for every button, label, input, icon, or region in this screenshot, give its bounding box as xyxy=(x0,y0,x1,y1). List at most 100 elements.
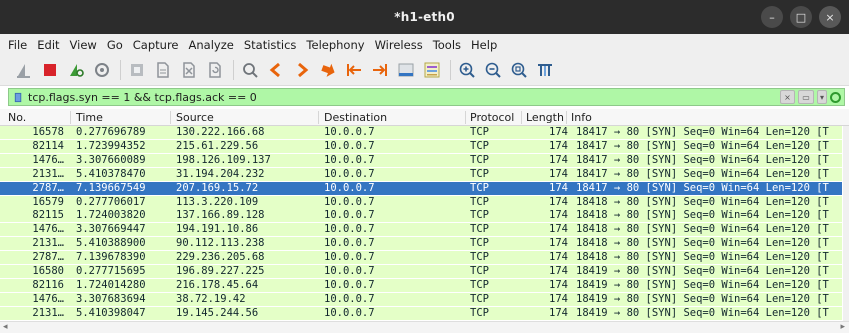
stop-capture-icon[interactable] xyxy=(40,60,60,80)
save-file-icon[interactable] xyxy=(153,60,173,80)
menu-analyze[interactable]: Analyze xyxy=(184,38,239,52)
column-header-info[interactable]: Info xyxy=(571,111,592,124)
colorize-icon[interactable] xyxy=(422,60,442,80)
column-divider[interactable] xyxy=(170,111,171,124)
table-row[interactable]: 82116 1.724014280 216.178.45.64 10.0.0.7 TCP… xyxy=(0,278,842,292)
menu-telephony[interactable]: Telephony xyxy=(301,38,369,52)
zoom-in-icon[interactable] xyxy=(457,60,477,80)
table-row[interactable]: 2131… 5.410398047 19.145.244.56 10.0.0.7 TCP… xyxy=(0,306,842,320)
column-header-destination[interactable]: Destination xyxy=(324,111,387,124)
column-divider[interactable] xyxy=(70,111,71,124)
packet-time: 5.410398047 xyxy=(76,306,146,319)
column-divider[interactable] xyxy=(318,111,319,124)
packet-info: 18418 → 80 [SYN] Seq=0 Win=64 Len=120 [T xyxy=(576,223,829,236)
go-first-icon[interactable] xyxy=(344,60,364,80)
packet-number: 16580 xyxy=(32,265,64,277)
go-forward-icon[interactable] xyxy=(292,60,312,80)
reload-file-icon[interactable] xyxy=(205,60,225,80)
packet-protocol: TCP xyxy=(470,181,489,194)
horizontal-scrollbar[interactable]: ◂ ▸ xyxy=(0,321,849,333)
menu-statistics[interactable]: Statistics xyxy=(239,38,302,52)
column-divider[interactable] xyxy=(566,111,567,124)
packet-destination: 10.0.0.7 xyxy=(324,139,375,152)
table-row[interactable]: 2131… 5.410378470 31.194.204.232 10.0.0.7 TC… xyxy=(0,167,842,181)
close-file-icon[interactable] xyxy=(179,60,199,80)
chevron-down-icon[interactable]: ▾ xyxy=(817,90,827,104)
table-row[interactable]: 1476… 3.307683694 38.72.19.42 10.0.0.7 TCP 17… xyxy=(0,292,842,306)
bookmark-icon[interactable] xyxy=(11,90,25,104)
find-packet-icon[interactable] xyxy=(240,60,260,80)
menu-go[interactable]: Go xyxy=(102,38,128,52)
menu-edit[interactable]: Edit xyxy=(32,38,64,52)
open-file-icon[interactable] xyxy=(127,60,147,80)
column-divider[interactable] xyxy=(521,111,522,124)
packet-protocol: TCP xyxy=(470,139,489,152)
capture-options-icon[interactable] xyxy=(92,60,112,80)
column-header-source[interactable]: Source xyxy=(176,111,214,124)
packet-protocol: TCP xyxy=(470,126,489,138)
clear-filter-icon[interactable]: × xyxy=(780,90,795,104)
packet-protocol: TCP xyxy=(470,265,489,277)
toolbar-separator xyxy=(120,60,121,80)
table-row[interactable]: 2787… 7.139667549 207.169.15.72 10.0.0.7 TCP… xyxy=(0,181,842,195)
packet-length: 174 xyxy=(549,237,568,250)
zoom-normal-icon[interactable] xyxy=(509,60,529,80)
packet-destination: 10.0.0.7 xyxy=(324,265,375,277)
packet-length: 174 xyxy=(549,181,568,194)
autoscroll-icon[interactable] xyxy=(396,60,416,80)
menu-file[interactable]: File xyxy=(0,38,32,52)
packet-time: 1.724014280 xyxy=(76,278,146,291)
packet-info: 18419 → 80 [SYN] Seq=0 Win=64 Len=120 [T xyxy=(576,265,829,277)
scroll-left-icon[interactable]: ◂ xyxy=(3,322,8,332)
packet-destination: 10.0.0.7 xyxy=(324,292,375,305)
packet-time: 0.277715695 xyxy=(76,265,146,277)
restart-capture-icon[interactable] xyxy=(66,60,86,80)
table-row[interactable]: 16579 0.277706017 113.3.220.109 10.0.0.7 TCP… xyxy=(0,195,842,209)
resize-columns-icon[interactable] xyxy=(535,60,555,80)
column-header-protocol[interactable]: Protocol xyxy=(470,111,514,124)
packet-time: 0.277696789 xyxy=(76,126,146,138)
packet-number: 1476… xyxy=(32,223,64,236)
menu-view[interactable]: View xyxy=(65,38,102,52)
vertical-scrollbar[interactable] xyxy=(843,126,849,321)
go-last-icon[interactable] xyxy=(370,60,390,80)
packet-destination: 10.0.0.7 xyxy=(324,126,375,138)
apply-filter-icon[interactable] xyxy=(830,91,841,103)
scroll-right-icon[interactable]: ▸ xyxy=(840,322,845,332)
packet-protocol: TCP xyxy=(470,292,489,305)
packet-length: 174 xyxy=(549,292,568,305)
packet-time: 5.410378470 xyxy=(76,167,146,180)
column-header-no[interactable]: No. xyxy=(8,111,26,124)
table-row[interactable]: 16578 0.277696789 130.222.166.68 10.0.0.7 TC… xyxy=(0,126,842,139)
table-row[interactable]: 2131… 5.410388900 90.112.113.238 10.0.0.7 TC… xyxy=(0,237,842,251)
go-to-packet-icon[interactable] xyxy=(318,60,338,80)
maximize-button[interactable]: □ xyxy=(790,6,812,28)
packet-info: 18419 → 80 [SYN] Seq=0 Win=64 Len=120 [T xyxy=(576,306,829,319)
menu-tools[interactable]: Tools xyxy=(428,38,466,52)
packet-info: 18419 → 80 [SYN] Seq=0 Win=64 Len=120 [T xyxy=(576,292,829,305)
packet-list-header: No. Time Source Destination Protocol Len… xyxy=(0,109,849,126)
table-row[interactable]: 1476… 3.307660089 198.126.109.137 10.0.0.7 T… xyxy=(0,153,842,167)
zoom-out-icon[interactable] xyxy=(483,60,503,80)
column-header-time[interactable]: Time xyxy=(76,111,103,124)
display-filter-bar[interactable]: tcp.flags.syn == 1 && tcp.flags.ack == 0… xyxy=(8,88,845,106)
packet-number: 2131… xyxy=(32,237,64,250)
shark-fin-start-icon[interactable] xyxy=(14,60,34,80)
table-row[interactable]: 82115 1.724003820 137.166.89.128 10.0.0.7 TC… xyxy=(0,209,842,223)
column-divider[interactable] xyxy=(465,111,466,124)
menu-help[interactable]: Help xyxy=(466,38,502,52)
table-row[interactable]: 16580 0.277715695 196.89.227.225 10.0.0.7 TC… xyxy=(0,265,842,278)
go-back-icon[interactable] xyxy=(266,60,286,80)
recent-filters-icon[interactable]: ▭ xyxy=(798,90,814,104)
packet-source: 215.61.229.56 xyxy=(176,139,259,152)
table-row[interactable]: 2787… 7.139678390 229.236.205.68 10.0.0.7 TC… xyxy=(0,251,842,265)
packet-protocol: TCP xyxy=(470,195,489,208)
column-header-length[interactable]: Length xyxy=(526,111,564,124)
table-row[interactable]: 1476… 3.307669447 194.191.10.86 10.0.0.7 TCP… xyxy=(0,223,842,237)
menu-wireless[interactable]: Wireless xyxy=(370,38,428,52)
menu-capture[interactable]: Capture xyxy=(128,38,184,52)
display-filter-input[interactable]: tcp.flags.syn == 1 && tcp.flags.ack == 0 xyxy=(28,91,780,104)
table-row[interactable]: 82114 1.723994352 215.61.229.56 10.0.0.7 TCP… xyxy=(0,139,842,153)
close-button[interactable]: × xyxy=(819,6,841,28)
minimize-button[interactable]: – xyxy=(761,6,783,28)
